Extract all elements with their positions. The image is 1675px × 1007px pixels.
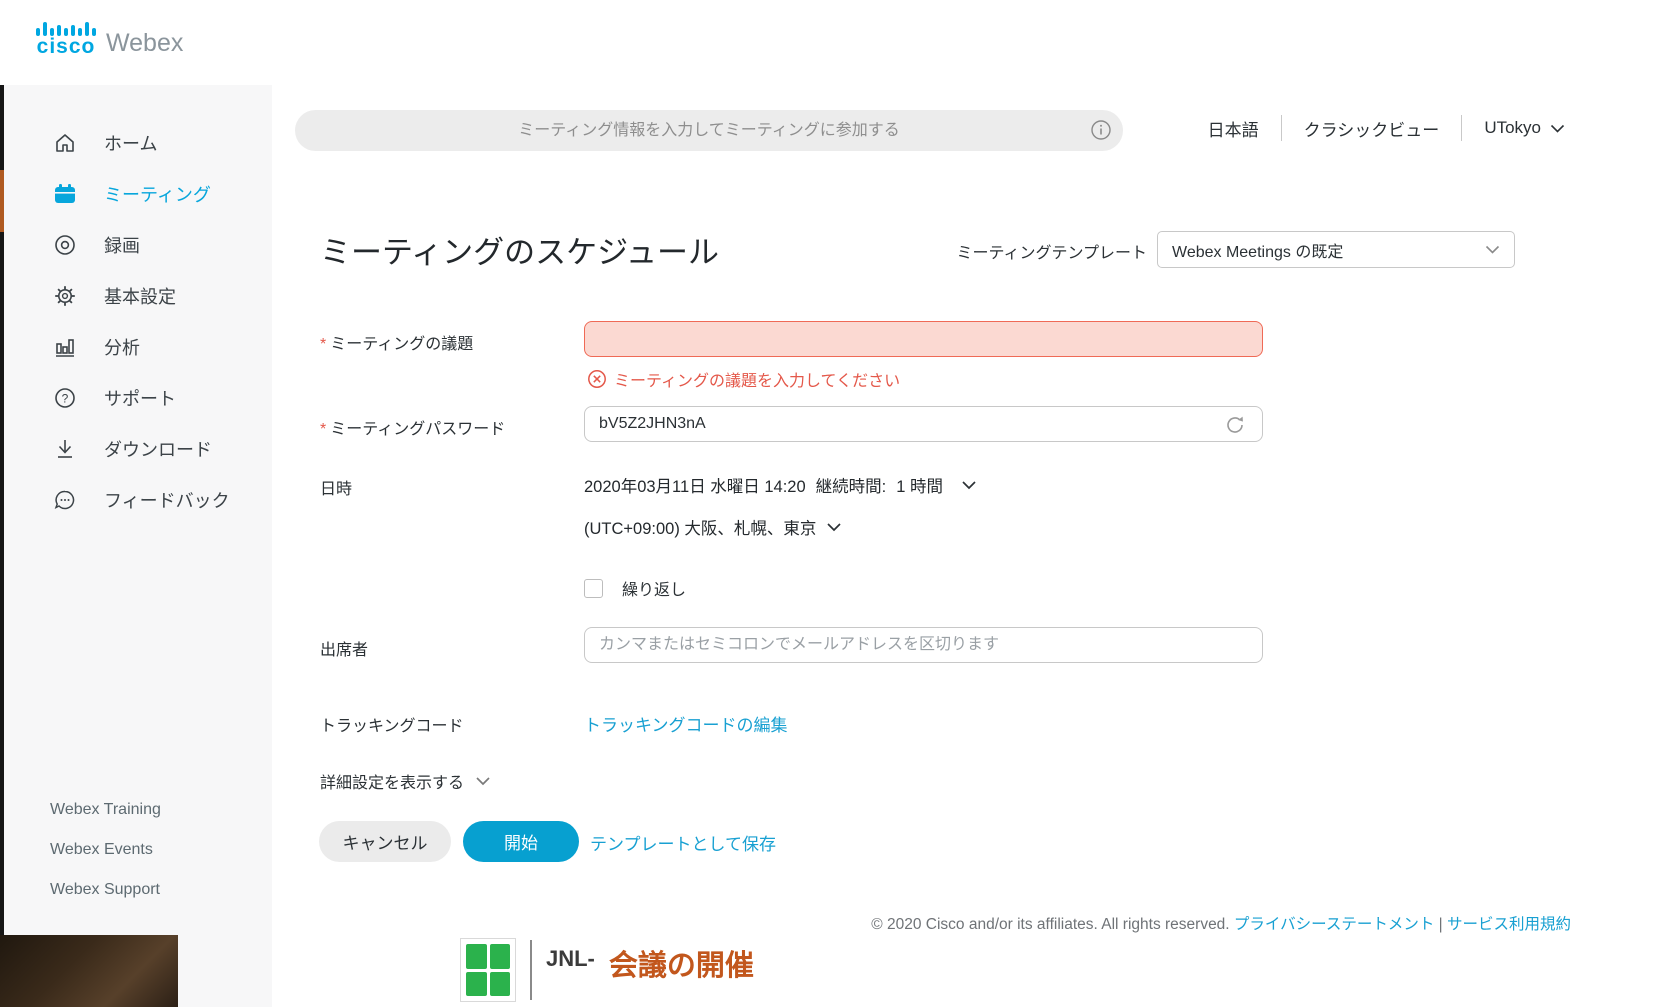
chevron-down-icon <box>1485 245 1500 254</box>
sidebar-item-support[interactable]: ? サポート <box>4 372 272 423</box>
info-icon[interactable] <box>1090 119 1112 141</box>
background-window-edge-accent <box>0 170 4 232</box>
nav-divider <box>1461 115 1462 141</box>
sidebar-item-label: ダウンロード <box>104 436 212 462</box>
classic-view-button[interactable]: クラシックビュー <box>1304 116 1440 141</box>
error-icon <box>587 369 607 389</box>
sidebar-item-label: サポート <box>104 385 176 411</box>
feedback-icon <box>52 487 78 513</box>
sidebar-item-meetings[interactable]: ミーティング <box>4 168 272 219</box>
error-text: ミーティングの議題を入力してください <box>614 367 900 391</box>
sidebar-item-home[interactable]: ホーム <box>4 117 272 168</box>
duration-label: 継続時間: <box>816 473 887 497</box>
preferences-icon <box>52 283 78 309</box>
meeting-template-label: ミーティングテンプレート <box>947 239 1147 263</box>
meeting-topic-input[interactable] <box>584 321 1263 357</box>
spreadsheet-icon <box>460 938 516 1002</box>
terms-of-service-link[interactable]: サービス利用規約 <box>1447 916 1571 933</box>
save-as-template-link[interactable]: テンプレートとして保存 <box>590 830 776 855</box>
svg-text:?: ? <box>62 391 69 405</box>
language-button[interactable]: 日本語 <box>1208 116 1259 141</box>
recurrence-label: 繰り返し <box>622 576 686 600</box>
webex-wordmark: Webex <box>106 30 183 57</box>
privacy-statement-link[interactable]: プライバシーステートメント <box>1234 916 1434 933</box>
advanced-toggle-label: 詳細設定を表示する <box>320 769 464 793</box>
fragment-text-orange: 会議の開催 <box>609 942 754 984</box>
fragment-divider <box>530 940 532 1000</box>
sidebar-item-recordings[interactable]: 録画 <box>4 219 272 270</box>
regenerate-password-icon[interactable] <box>1224 414 1246 436</box>
meeting-template-value: Webex Meetings の既定 <box>1172 238 1485 262</box>
cancel-button[interactable]: キャンセル <box>319 821 451 862</box>
sidebar-item-feedback[interactable]: フィードバック <box>4 474 272 525</box>
tracking-code-label: トラッキングコード <box>320 712 464 736</box>
datetime-label: 日時 <box>320 475 352 499</box>
sidebar-item-label: ホーム <box>104 130 157 156</box>
analytics-icon <box>52 334 78 360</box>
cisco-bars-icon <box>36 14 96 36</box>
footer-separator: | <box>1434 916 1447 933</box>
webex-events-link[interactable]: Webex Events <box>50 841 161 859</box>
sidebar: ホーム ミーティング 録画 基本設定 <box>4 85 272 1007</box>
sidebar-item-label: ミーティング <box>104 181 211 207</box>
sidebar-footer-links: Webex Training Webex Events Webex Suppor… <box>50 779 161 899</box>
sidebar-item-label: 録画 <box>104 232 140 258</box>
cisco-wordmark: cisco <box>37 37 96 57</box>
chevron-down-icon <box>961 480 977 490</box>
copyright-text: © 2020 Cisco and/or its affiliates. All … <box>871 916 1234 933</box>
join-meeting-search-input[interactable] <box>295 110 1123 151</box>
user-name: UTokyo <box>1484 118 1541 138</box>
sidebar-item-downloads[interactable]: ダウンロード <box>4 423 272 474</box>
sidebar-item-preferences[interactable]: 基本設定 <box>4 270 272 321</box>
background-window-fragment: JNL- 会議の開催 <box>460 938 1060 1007</box>
chevron-down-icon <box>826 522 842 532</box>
home-icon <box>52 130 78 156</box>
meeting-template-select[interactable]: Webex Meetings の既定 <box>1157 231 1515 268</box>
edit-tracking-code-link[interactable]: トラッキングコードの編集 <box>584 711 788 736</box>
downloads-icon <box>52 436 78 462</box>
sidebar-item-analytics[interactable]: 分析 <box>4 321 272 372</box>
sidebar-nav: ホーム ミーティング 録画 基本設定 <box>4 85 272 525</box>
user-menu[interactable]: UTokyo <box>1484 118 1565 138</box>
top-nav: 日本語 クラシックビュー UTokyo <box>1208 115 1565 141</box>
support-icon: ? <box>52 385 78 411</box>
timezone-selector[interactable]: (UTC+09:00) 大阪、札幌、東京 <box>584 515 842 539</box>
page-title: ミーティングのスケジュール <box>320 227 719 272</box>
recordings-icon <box>52 232 78 258</box>
main-content: 日本語 クラシックビュー UTokyo ミーティングのスケジュール ミーティング… <box>272 85 1675 1007</box>
recurrence-row: 繰り返し <box>584 576 686 600</box>
nav-divider <box>1281 115 1282 141</box>
chevron-down-icon <box>1550 124 1565 133</box>
recurrence-checkbox[interactable] <box>584 579 603 598</box>
duration-value: 1 時間 <box>896 473 943 497</box>
page-footer: © 2020 Cisco and/or its affiliates. All … <box>871 912 1571 934</box>
show-advanced-settings-toggle[interactable]: 詳細設定を表示する <box>320 769 491 793</box>
fragment-text-dark: JNL- <box>546 946 595 972</box>
attendees-input[interactable] <box>584 627 1263 663</box>
webex-training-link[interactable]: Webex Training <box>50 801 161 819</box>
chevron-down-icon <box>475 776 491 786</box>
sidebar-item-label: 分析 <box>104 334 140 360</box>
webex-support-link[interactable]: Webex Support <box>50 881 161 899</box>
meeting-password-label: *ミーティングパスワード <box>320 415 505 439</box>
meeting-password-input[interactable] <box>584 406 1263 442</box>
sidebar-item-label: フィードバック <box>104 487 230 513</box>
required-asterisk: * <box>320 336 326 353</box>
webex-scheduler-page: cisco Webex ホーム ミーティング <box>0 0 1675 1007</box>
start-button[interactable]: 開始 <box>463 821 579 862</box>
topic-error-message: ミーティングの議題を入力してください <box>587 367 900 391</box>
attendees-label: 出席者 <box>320 636 368 660</box>
app-header: cisco Webex <box>0 0 1675 85</box>
meeting-topic-label: *ミーティングの議題 <box>320 330 473 354</box>
meetings-icon <box>52 181 78 207</box>
timezone-value: (UTC+09:00) 大阪、札幌、東京 <box>584 515 816 539</box>
cisco-logo-icon: cisco <box>36 14 96 57</box>
sidebar-item-label: 基本設定 <box>104 283 176 309</box>
background-window-thumbnail <box>0 935 178 1007</box>
datetime-selector[interactable]: 2020年03月11日 水曜日 14:20 継続時間: 1 時間 <box>584 473 977 497</box>
cisco-webex-logo: cisco Webex <box>36 14 183 57</box>
datetime-value: 2020年03月11日 水曜日 14:20 <box>584 473 806 497</box>
required-asterisk: * <box>320 421 326 438</box>
